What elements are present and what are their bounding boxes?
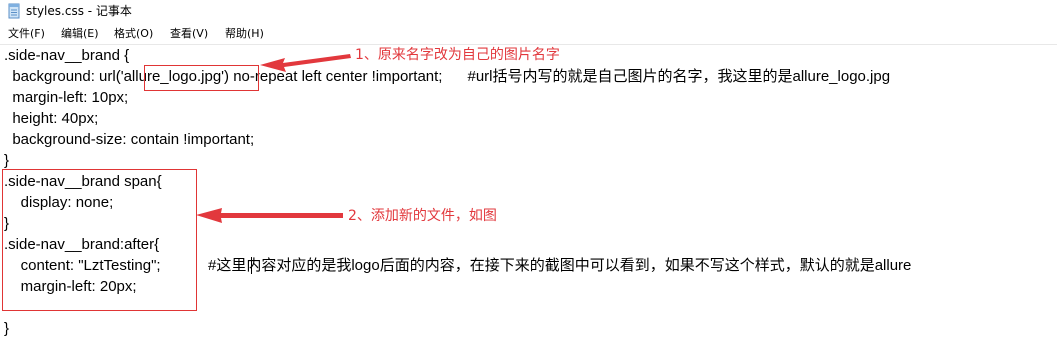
arrow-1: [260, 54, 351, 72]
annotation-note-1: 1、原来名字改为自己的图片名字: [355, 47, 560, 63]
arrow-2: [196, 208, 343, 223]
annotation-note-2: 2、添加新的文件，如图: [348, 208, 497, 224]
